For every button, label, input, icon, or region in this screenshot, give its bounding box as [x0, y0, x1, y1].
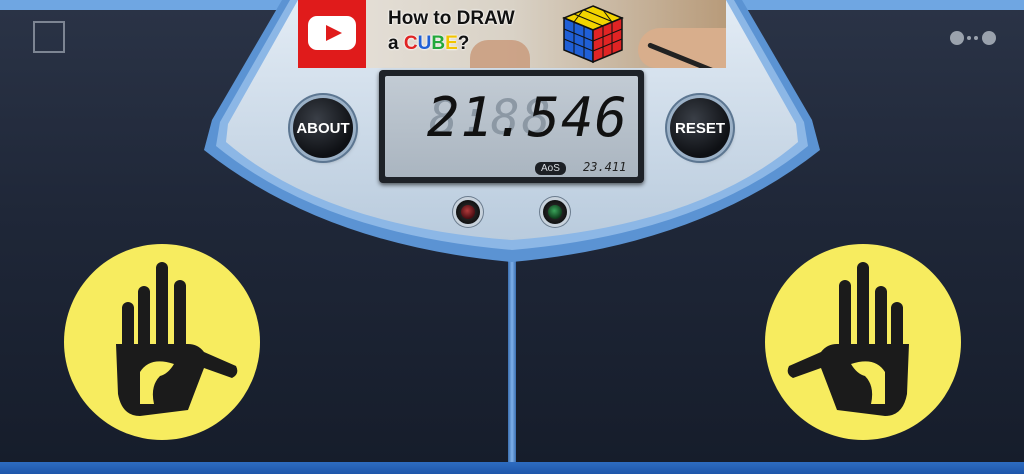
ad-letter-c: C [403, 33, 418, 54]
reset-button[interactable]: RESET [670, 98, 730, 158]
youtube-play-icon [298, 0, 366, 68]
ad-title: How to DRAW a CUBE? [388, 6, 515, 56]
aos-value: 23.411 [583, 160, 627, 174]
ad-letter-b: B [431, 33, 446, 54]
timer-value: 21.546 [426, 86, 628, 149]
ad-letter-e: E [445, 33, 458, 54]
ad-title-line2: a CUBE? [388, 31, 515, 56]
rubiks-cube-icon [562, 5, 624, 64]
right-hand-pad[interactable] [765, 244, 961, 440]
ad-title-suffix: ? [457, 33, 470, 54]
ad-letter-u: U [417, 33, 432, 54]
hand-icon [116, 262, 238, 416]
aos-label: AoS [535, 162, 566, 175]
lcd-screen: 8:88 21.546 AoS 23.411 [385, 76, 638, 177]
ad-banner[interactable]: How to DRAW a CUBE? [298, 0, 726, 68]
red-indicator-light [456, 200, 480, 224]
menu-square-icon[interactable] [33, 21, 65, 53]
left-hand-pad[interactable] [64, 244, 260, 440]
about-button[interactable]: ABOUT [293, 98, 353, 158]
green-indicator-light [543, 200, 567, 224]
more-dots-icon[interactable] [950, 30, 996, 46]
hand-icon [787, 262, 909, 416]
ad-title-line1: How to DRAW [388, 8, 515, 29]
ad-title-prefix: a [388, 33, 404, 54]
lcd-display: 8:88 21.546 AoS 23.411 [379, 70, 644, 183]
